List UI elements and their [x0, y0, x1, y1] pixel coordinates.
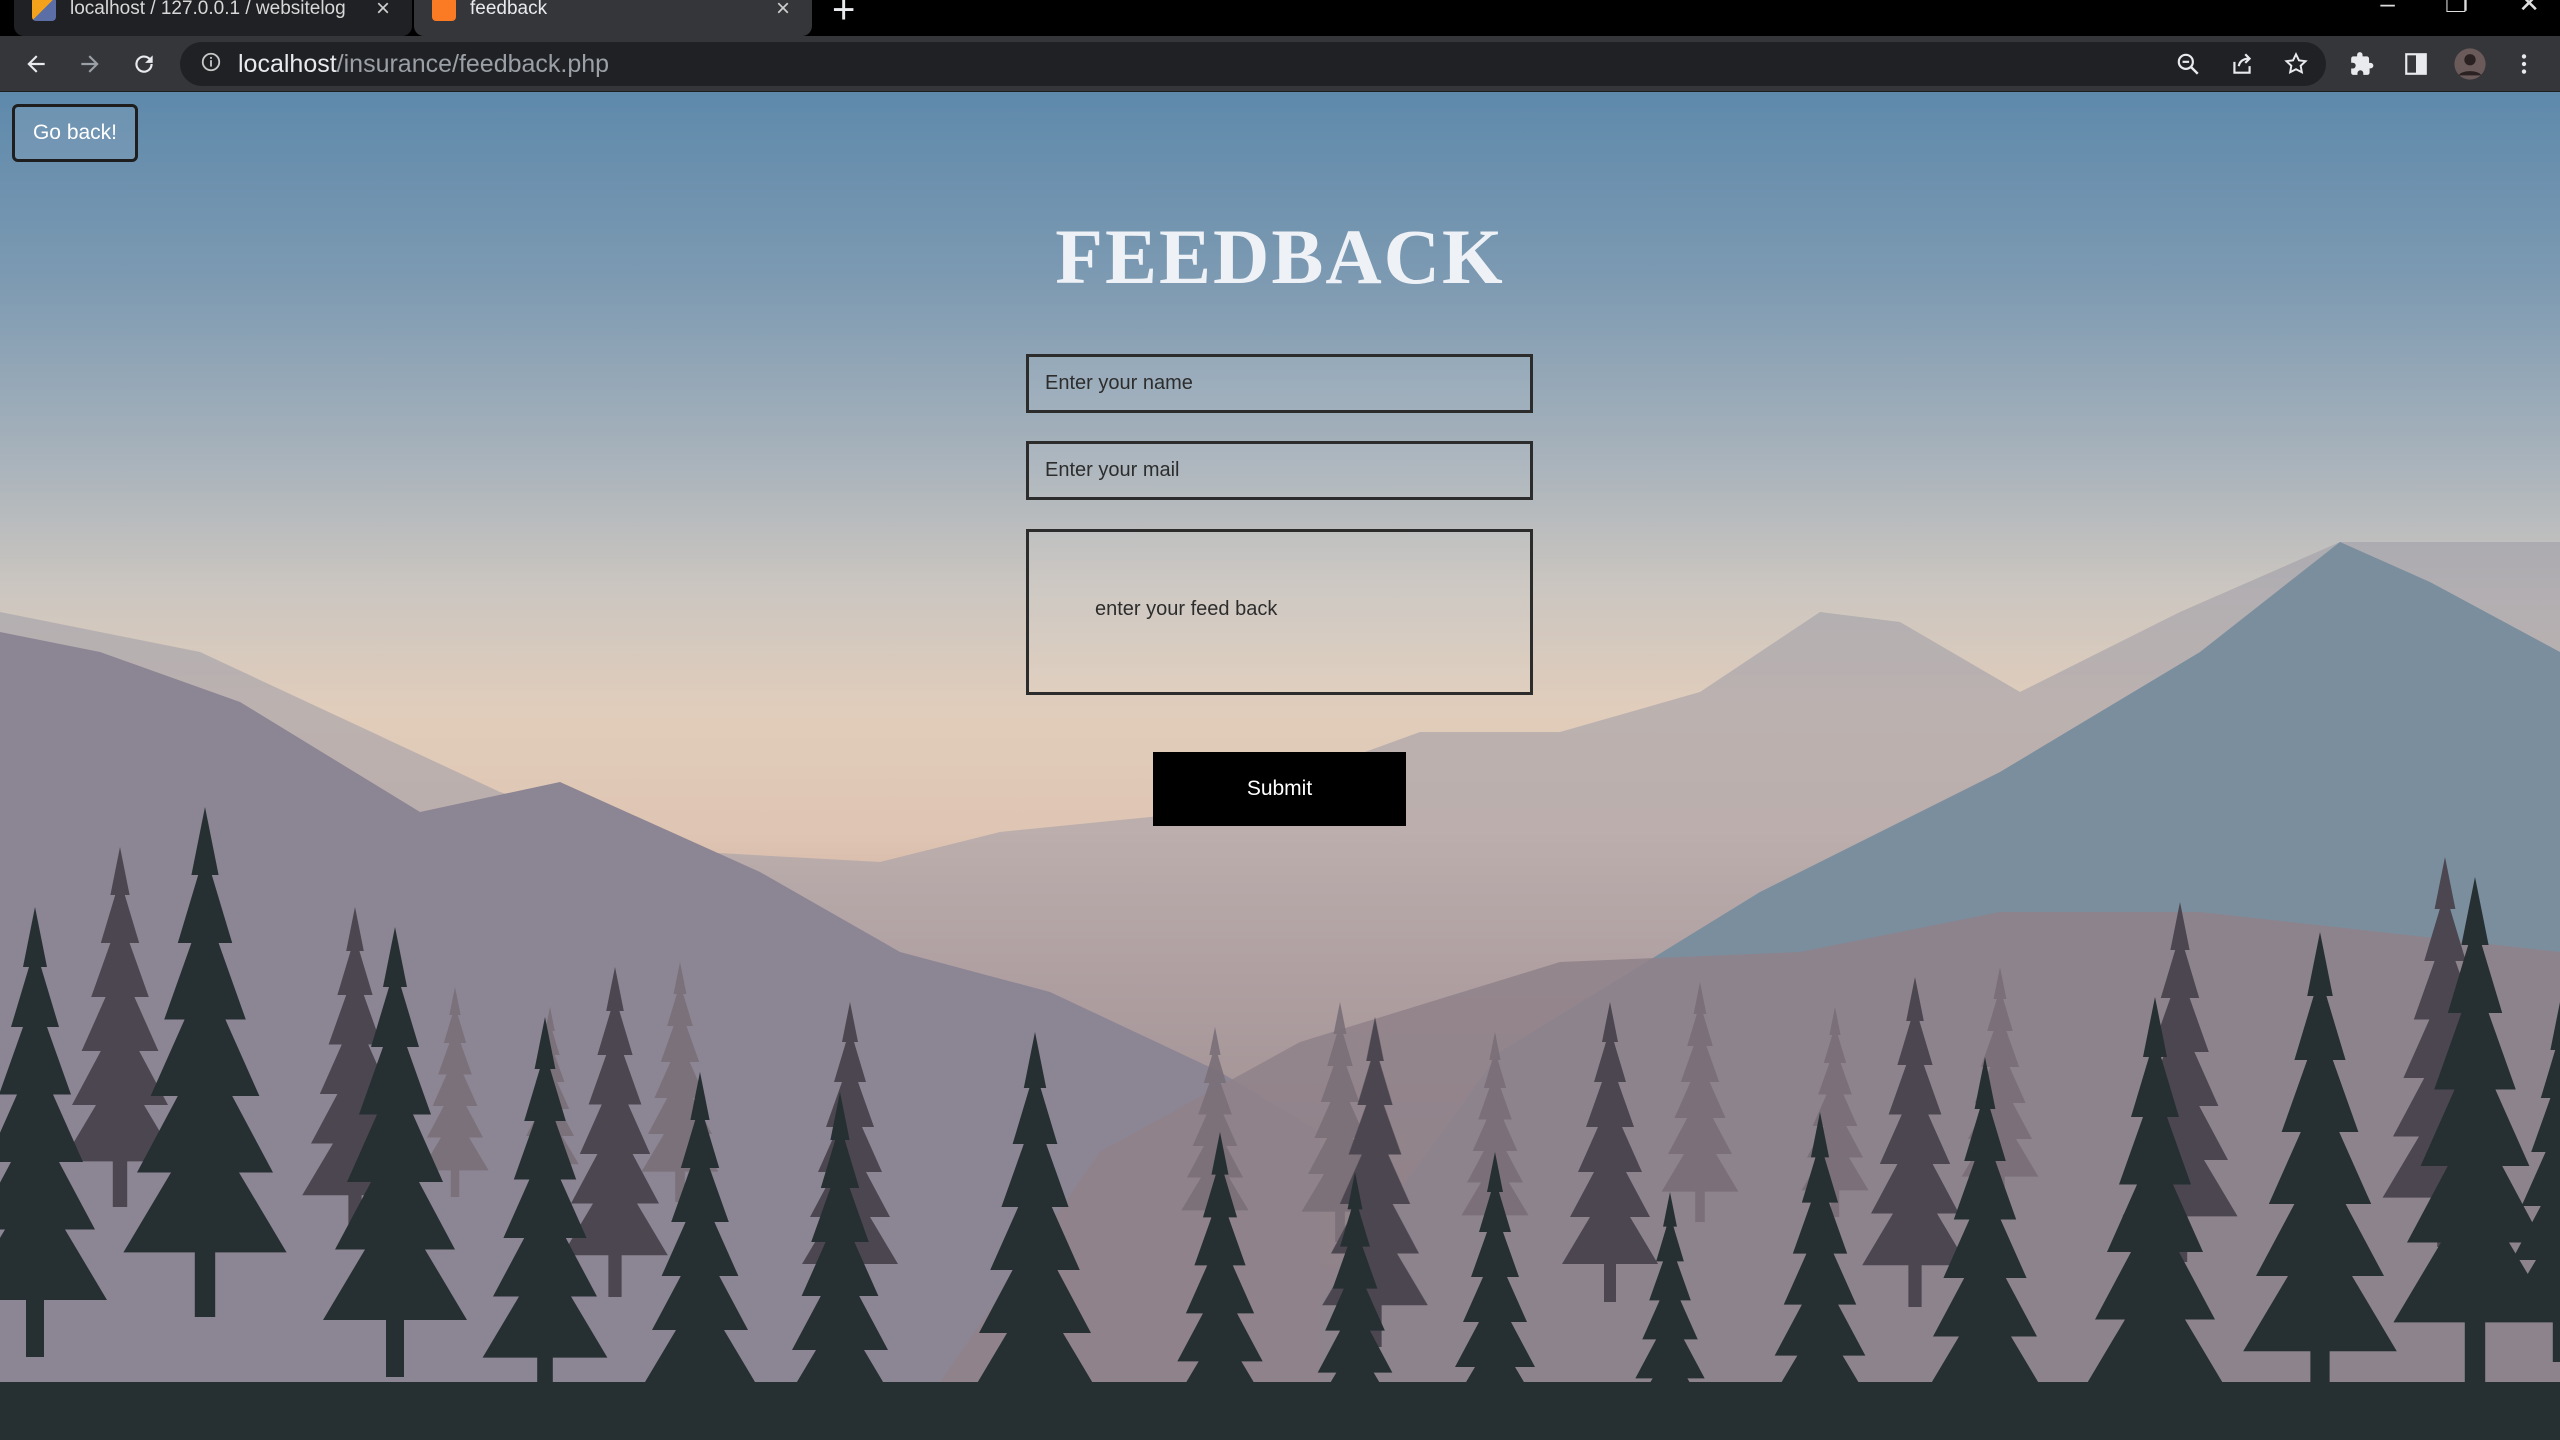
submit-button[interactable]: Submit [1153, 752, 1406, 826]
xampp-icon [432, 0, 456, 21]
close-window-icon[interactable]: ✕ [2518, 0, 2540, 19]
browser-tabstrip: localhost / 127.0.0.1 / websitelog × fee… [0, 0, 2560, 36]
page-title: FEEDBACK [1055, 213, 1505, 300]
tab-phpmyadmin[interactable]: localhost / 127.0.0.1 / websitelog × [14, 0, 412, 36]
reload-icon[interactable] [126, 46, 162, 82]
phpmyadmin-icon [32, 0, 56, 21]
forward-arrow-icon[interactable] [72, 46, 108, 82]
new-tab-icon[interactable]: + [832, 0, 855, 30]
share-icon[interactable] [2224, 46, 2260, 82]
window-controls: – ❐ ✕ [2380, 0, 2540, 19]
side-panel-icon[interactable] [2398, 46, 2434, 82]
zoom-icon[interactable] [2170, 46, 2206, 82]
feedback-page: Go back! FEEDBACK Submit [0, 92, 2560, 1440]
site-info-icon[interactable] [200, 51, 222, 78]
profile-avatar-icon[interactable] [2452, 46, 2488, 82]
browser-menu-icon[interactable] [2506, 46, 2542, 82]
tab-title: feedback [470, 0, 548, 19]
email-input[interactable] [1026, 441, 1533, 500]
extensions-puzzle-icon[interactable] [2344, 46, 2380, 82]
url-path: /insurance/feedback.php [336, 49, 610, 78]
close-tab-icon[interactable]: × [372, 0, 394, 23]
name-input[interactable] [1026, 354, 1533, 413]
back-arrow-icon[interactable] [18, 46, 54, 82]
browser-toolbar: localhost/insurance/feedback.php [0, 36, 2560, 92]
close-tab-icon[interactable]: × [772, 0, 794, 23]
tab-feedback[interactable]: feedback × [414, 0, 812, 36]
bookmark-star-icon[interactable] [2278, 46, 2314, 82]
go-back-button[interactable]: Go back! [12, 104, 138, 162]
tab-title: localhost / 127.0.0.1 / websitelog [70, 0, 346, 19]
restore-icon[interactable]: ❐ [2445, 0, 2468, 19]
minimize-icon[interactable]: – [2380, 0, 2394, 19]
feedback-textarea[interactable] [1026, 529, 1533, 695]
address-bar[interactable]: localhost/insurance/feedback.php [180, 42, 2326, 86]
url-host: localhost [238, 49, 337, 78]
